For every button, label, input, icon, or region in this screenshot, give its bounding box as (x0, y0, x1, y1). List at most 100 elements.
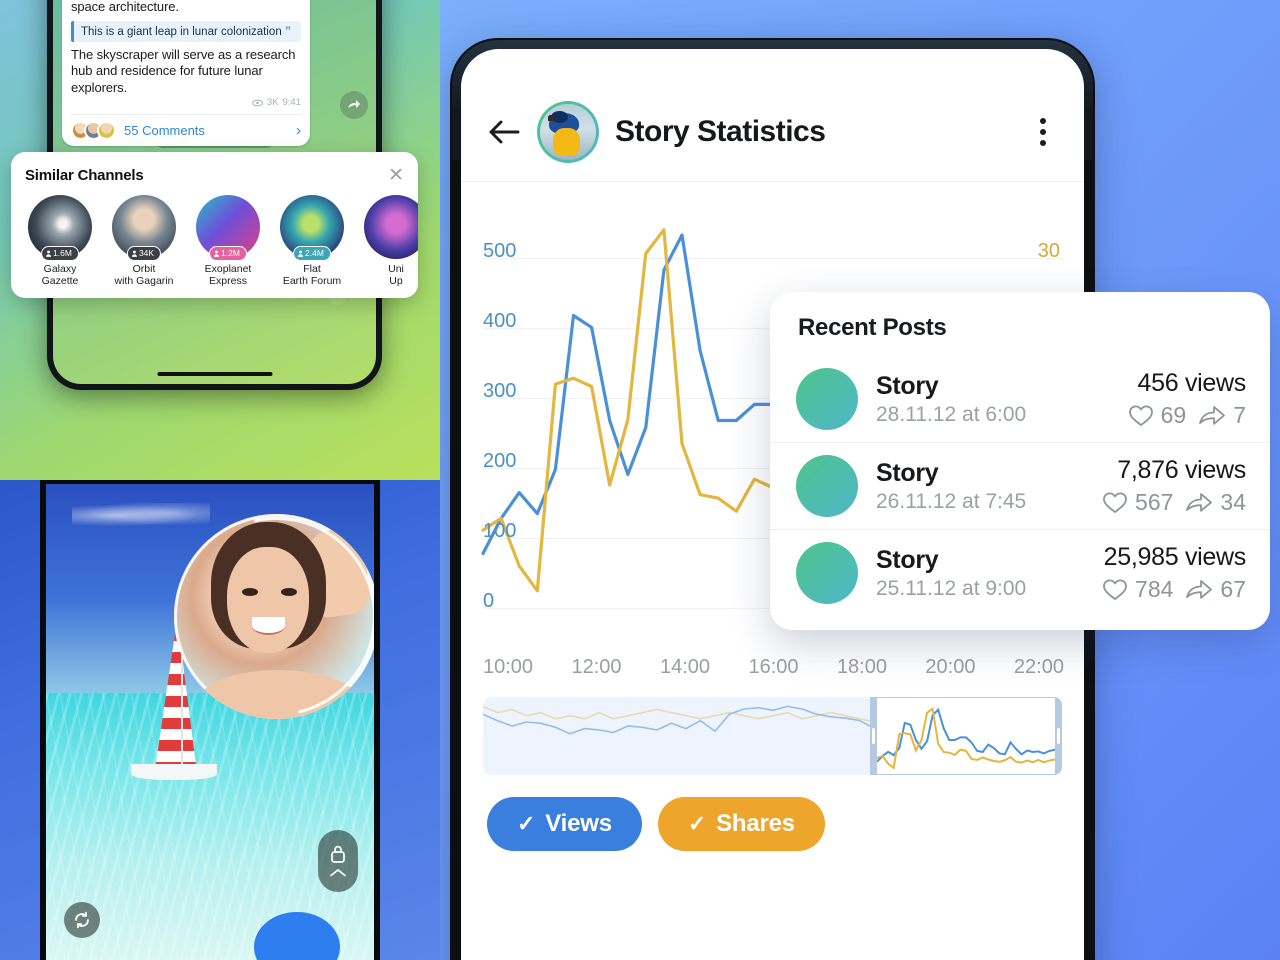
story-statistics-panel: Story Statistics 0100200300400500 030 10… (440, 0, 1280, 960)
x-axis-tick: 22:00 (1013, 656, 1064, 678)
similar-channel-item[interactable]: 1.2M Exoplanet Express (191, 194, 265, 288)
dot (1040, 140, 1046, 146)
person-icon (46, 250, 52, 257)
recent-post-row[interactable]: Story 25.11.12 at 9:00 25,985 views 784 67 (770, 529, 1270, 616)
clouds (72, 502, 210, 528)
comments-row[interactable]: 55 Comments › (71, 114, 301, 141)
post-engagement: 69 7 (1128, 402, 1246, 429)
post-date: 26.11.12 at 7:45 (876, 489, 1027, 513)
share-icon (1186, 493, 1213, 512)
y-axis-tick-left: 200 (483, 450, 517, 472)
post-views: 7,876 views (1117, 456, 1246, 484)
person-icon (214, 250, 220, 257)
parrot-chest (553, 127, 581, 156)
post-metrics: 7,876 views 567 34 (1102, 456, 1246, 516)
x-axis-tick: 16:00 (748, 656, 799, 678)
post-avatar (796, 368, 858, 430)
chevron-right-icon: › (296, 122, 301, 140)
post-metrics: 456 views 69 7 (1128, 369, 1246, 429)
home-indicator (157, 372, 272, 376)
post-avatar (796, 455, 858, 517)
chevron-up-icon (330, 868, 346, 877)
quote-mark-icon: ” (284, 23, 291, 38)
recent-posts-card[interactable]: Recent Posts Story 28.11.12 at 6:00 456 vi… (770, 292, 1270, 630)
sheet-tip (203, 151, 226, 165)
self-view-bubble[interactable] (174, 514, 374, 719)
hull (131, 764, 217, 780)
post-info: Story 28.11.12 at 6:00 (876, 372, 1110, 427)
dot (1040, 118, 1046, 124)
post-info: Story 25.11.12 at 9:00 (876, 546, 1084, 601)
person-icon (298, 250, 304, 257)
left-column: Arab astronaut inspects the tallest luna… (0, 0, 440, 960)
x-axis-tick: 18:00 (836, 656, 887, 678)
share-icon (1199, 406, 1226, 425)
post-title: Story (876, 545, 939, 574)
avatar (540, 104, 596, 160)
channel-name: Galaxy Gazette (41, 262, 79, 288)
heart-icon (1128, 405, 1153, 427)
check-icon: ✓ (687, 811, 707, 836)
x-axis-tick: 10:00 (483, 656, 534, 678)
dot (1040, 129, 1046, 135)
channel-message-bubble[interactable]: Arab astronaut inspects the tallest luna… (62, 0, 310, 147)
channel-name: Orbit with Gagarin (114, 262, 174, 288)
comments-label: 55 Comments (124, 123, 205, 139)
similar-channels-list[interactable]: 1.6M Galaxy Gazette 34K Orbit with Gagarin 1.2… (11, 194, 418, 288)
recent-post-row[interactable]: Story 26.11.12 at 7:45 7,876 views 567 34 (770, 442, 1270, 529)
like-count: 567 (1135, 489, 1174, 515)
more-options-button[interactable] (1028, 118, 1058, 146)
similar-channels-sheet[interactable]: Similar Channels ✕ 1.6M Galaxy Gazette 34K O… (11, 151, 418, 298)
shares-group: 34 (1185, 489, 1246, 516)
scrubber-window-line (876, 707, 1056, 763)
post-date: 28.11.12 at 6:00 (876, 402, 1027, 426)
flip-camera-icon (75, 911, 89, 929)
person-icon (131, 250, 137, 257)
series-toggle-views[interactable]: ✓ Views (487, 797, 642, 851)
similar-channel-item[interactable]: Uni Up (359, 194, 418, 288)
y-axis-tick-left: 500 (483, 240, 517, 262)
page-title: Story Statistics (615, 115, 826, 148)
parrot-beak (547, 115, 556, 121)
flip-camera-button[interactable] (64, 902, 100, 938)
post-title: Story (876, 458, 939, 487)
shares-group: 7 (1198, 402, 1246, 429)
y-axis-tick-right: 30 (1037, 240, 1060, 262)
similar-channel-item[interactable]: 34K Orbit with Gagarin (107, 194, 181, 288)
x-axis-tick: 20:00 (925, 656, 976, 678)
post-info: Story 26.11.12 at 7:45 (876, 459, 1084, 514)
message-paragraph-1: Arab astronaut inspects the tallest luna… (71, 0, 179, 14)
like-count: 69 (1160, 402, 1187, 428)
subscriber-count: 2.4M (305, 248, 324, 259)
series-label: Views (545, 810, 612, 837)
app-header: Story Statistics (461, 49, 1084, 182)
share-count: 67 (1220, 576, 1246, 602)
series-toggle-row[interactable]: ✓ Views ✓ Shares (461, 775, 1084, 851)
message-quote: This is a giant leap in lunar colonizati… (71, 20, 301, 42)
post-views: 25,985 views (1103, 543, 1247, 571)
channel-avatar: 2.4M (280, 194, 344, 261)
similar-channel-item[interactable]: 2.4M Flat Earth Forum (275, 194, 349, 288)
x-axis-labels: 10:00 12:00 14:00 16:00 18:00 20:00 22:00 (461, 650, 1084, 679)
similar-channel-item[interactable]: 1.6M Galaxy Gazette (23, 194, 97, 288)
subscriber-badge: 34K (126, 245, 162, 261)
chart-range-scrubber[interactable] (483, 697, 1062, 775)
back-arrow-icon (489, 120, 520, 144)
back-button[interactable] (487, 115, 521, 149)
post-engagement: 784 67 (1102, 576, 1246, 603)
scrubber-window[interactable] (870, 697, 1062, 775)
heart-icon (1103, 579, 1127, 601)
lock-recording-button[interactable] (318, 830, 358, 892)
message-paragraph-2: The skyscraper will serve as a research … (71, 46, 296, 95)
recent-posts-list[interactable]: Story 28.11.12 at 6:00 456 views 69 7 Story 26… (770, 356, 1270, 616)
forward-button[interactable] (340, 91, 368, 119)
subscriber-badge: 1.6M (41, 245, 79, 261)
heart-icon (1103, 492, 1127, 514)
close-icon[interactable]: ✕ (388, 166, 404, 185)
recent-post-row[interactable]: Story 28.11.12 at 6:00 456 views 69 7 (770, 356, 1270, 442)
series-toggle-shares[interactable]: ✓ Shares (657, 797, 825, 851)
commenter-avatars (71, 121, 116, 141)
channel-avatar[interactable] (537, 101, 599, 163)
forward-icon (348, 100, 360, 108)
telegram-channel-panel: Arab astronaut inspects the tallest luna… (0, 0, 440, 480)
